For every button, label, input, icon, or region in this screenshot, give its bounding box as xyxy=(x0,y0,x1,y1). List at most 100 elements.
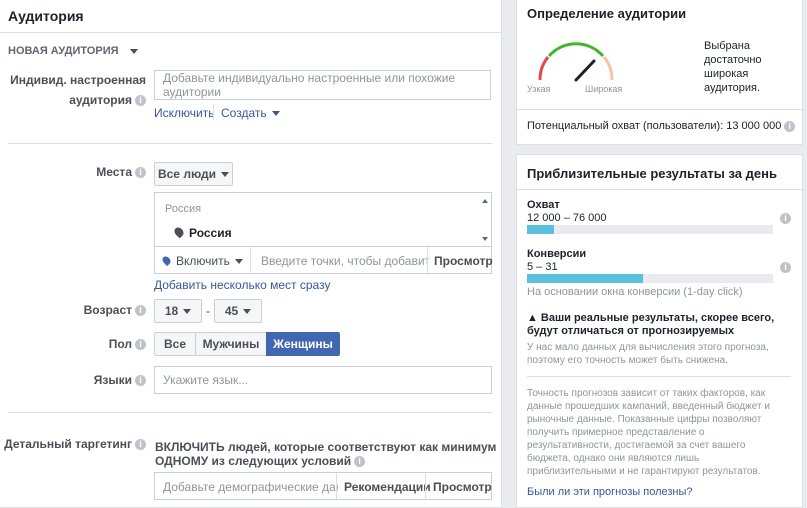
chevron-down-icon xyxy=(129,48,138,54)
age-separator: - xyxy=(206,304,210,318)
country-header: Россия xyxy=(165,203,202,215)
include-label: Включить xyxy=(176,254,230,268)
conversions-value: 5 – 31 xyxy=(527,261,558,273)
gauge-icon xyxy=(538,42,614,82)
warning-line: поэтому его точность может быть снижена. xyxy=(527,355,728,366)
places-search-row: Включить Введите точки, чтобы добавить и… xyxy=(154,246,493,274)
detailed-targeting-text-1: ВКЛЮЧИТЬ людей, которые соответствуют ка… xyxy=(155,440,497,454)
detailed-targeting-label-text: Детальный таргетинг xyxy=(4,437,132,451)
detailed-targeting-row: Добавьте демографические дан... Рекоменд… xyxy=(154,472,492,500)
create-label: Создать xyxy=(221,106,267,120)
info-icon[interactable]: i xyxy=(135,375,146,387)
warning-title: ▲ Ваши реальные результаты, скорее всего,… xyxy=(527,312,774,338)
panel-title: Аудитория xyxy=(0,0,501,33)
languages-label: Языки i xyxy=(94,373,146,387)
conversions-bar-fill xyxy=(527,274,643,283)
selected-location-label: Россия xyxy=(189,226,232,240)
conversions-bar xyxy=(527,274,773,283)
audience-panel: Аудитория НОВАЯ АУДИТОРИЯ Индивид. настр… xyxy=(0,0,502,508)
age-label-text: Возраст xyxy=(83,303,132,317)
detailed-targeting-label: Детальный таргетинг i xyxy=(4,437,146,451)
age-max-value: 45 xyxy=(224,304,239,318)
accuracy-text: Точность прогнозов зависит от таких факт… xyxy=(527,387,770,478)
warning-line: У нас мало данных для вычисления этого п… xyxy=(527,342,769,353)
info-icon[interactable]: i xyxy=(135,439,146,451)
create-dropdown[interactable]: Создать xyxy=(221,106,280,120)
potential-reach-text: Потенциальный охват (пользователи): 13 0… xyxy=(527,120,782,132)
custom-audience-input[interactable]: Добавьте индивидуально настроенные или п… xyxy=(154,70,491,100)
chevron-down-icon xyxy=(243,308,252,314)
age-label: Возраст i xyxy=(84,303,146,317)
gauge-narrow-arc xyxy=(538,56,550,81)
chevron-down-icon xyxy=(221,171,230,177)
selected-location[interactable]: Россия xyxy=(172,225,232,240)
info-icon[interactable]: i xyxy=(354,456,366,468)
gauge-wide-label: Широкая xyxy=(585,84,623,94)
everyone-label: Все люди xyxy=(157,167,217,181)
potential-reach: Потенциальный охват (пользователи): 13 0… xyxy=(527,120,796,132)
age-min-select[interactable]: 18 xyxy=(154,299,202,323)
info-icon[interactable]: i xyxy=(784,120,796,132)
info-icon[interactable]: i xyxy=(780,262,791,273)
separator xyxy=(427,247,428,273)
link-separator xyxy=(213,104,214,120)
everyone-dropdown[interactable]: Все люди xyxy=(154,162,233,186)
gauge-good-arc xyxy=(547,42,605,58)
reach-value: 12 000 – 76 000 xyxy=(527,212,607,224)
warning-title-line: будут отличаться от прогнозируемых xyxy=(527,325,735,337)
places-label-text: Места xyxy=(96,165,132,179)
languages-input[interactable]: Укажите язык... xyxy=(154,366,492,394)
scroll-down-icon[interactable] xyxy=(482,237,488,241)
chevron-down-icon xyxy=(271,111,280,117)
gender-all-button[interactable]: Все xyxy=(154,332,196,356)
conversions-label: Конверсии xyxy=(527,248,587,260)
exclude-link[interactable]: Исключить xyxy=(154,106,214,120)
feedback-link[interactable]: Были ли эти прогнозы полезны? xyxy=(527,486,693,498)
custom-audience-label-2: аудитория i xyxy=(69,93,146,107)
scrollbar[interactable] xyxy=(481,195,489,245)
places-search-input[interactable]: Введите точки, чтобы добавить их xyxy=(261,254,429,268)
accuracy-line: приблизительными и не гарантируют резуль… xyxy=(527,466,761,477)
warning-title-text: Ваши реальные результаты, скорее всего, xyxy=(540,312,775,324)
custom-audience-label-1: Индивид. настроенная xyxy=(10,73,146,87)
description-line: аудитория. xyxy=(704,82,760,94)
locations-box: Россия Россия xyxy=(154,192,492,247)
description-line: Выбрана xyxy=(704,40,750,52)
divider xyxy=(8,143,492,144)
detailed-targeting-input[interactable]: Добавьте демографические дан... xyxy=(163,480,338,494)
add-multiple-locations-link[interactable]: Добавить несколько мест сразу xyxy=(154,278,330,292)
age-min-value: 18 xyxy=(164,304,179,318)
description-line: достаточно xyxy=(704,54,762,66)
audience-definition-panel: Определение аудитории Узкая Широкая Выбр… xyxy=(516,0,803,145)
accuracy-line: получить примерное представление о xyxy=(527,427,705,438)
separator xyxy=(425,473,426,499)
gender-men-button[interactable]: Мужчины xyxy=(195,332,267,356)
separator xyxy=(250,247,251,273)
info-icon[interactable]: i xyxy=(135,167,146,179)
reach-bar xyxy=(527,225,773,234)
accuracy-line: данные прошедших кампаний, введенный бюд… xyxy=(527,401,770,412)
include-dropdown[interactable]: Включить xyxy=(160,254,243,268)
info-icon[interactable]: i xyxy=(780,213,791,224)
warning-text: У нас мало данных для вычисления этого п… xyxy=(527,341,769,367)
divider xyxy=(8,412,492,413)
custom-audience-label-text: аудитория xyxy=(69,93,132,107)
detailed-targeting-text-2: ОДНОМУ из следующих условий i xyxy=(155,454,366,468)
new-audience-dropdown[interactable]: НОВАЯ АУДИТОРИЯ xyxy=(8,45,138,57)
gauge-wide-arc xyxy=(602,56,614,81)
info-icon[interactable]: i xyxy=(135,339,146,351)
scroll-up-icon[interactable] xyxy=(482,199,488,203)
browse-button[interactable]: Просмотр xyxy=(434,254,493,268)
results-title: Приблизительные результаты за день xyxy=(527,166,777,181)
info-icon[interactable]: i xyxy=(135,95,146,107)
info-icon[interactable]: i xyxy=(135,305,146,317)
age-max-select[interactable]: 45 xyxy=(214,299,262,323)
divider xyxy=(527,376,791,377)
recommendations-button[interactable]: Рекомендации xyxy=(344,480,431,494)
estimated-results-panel: Приблизительные результаты за день Охват… xyxy=(516,154,803,508)
gender-label-text: Пол xyxy=(108,337,132,351)
browse-button-2[interactable]: Просмотр xyxy=(433,480,492,494)
chevron-down-icon xyxy=(183,308,192,314)
languages-label-text: Языки xyxy=(93,373,132,387)
gender-women-button[interactable]: Женщины xyxy=(266,332,340,356)
